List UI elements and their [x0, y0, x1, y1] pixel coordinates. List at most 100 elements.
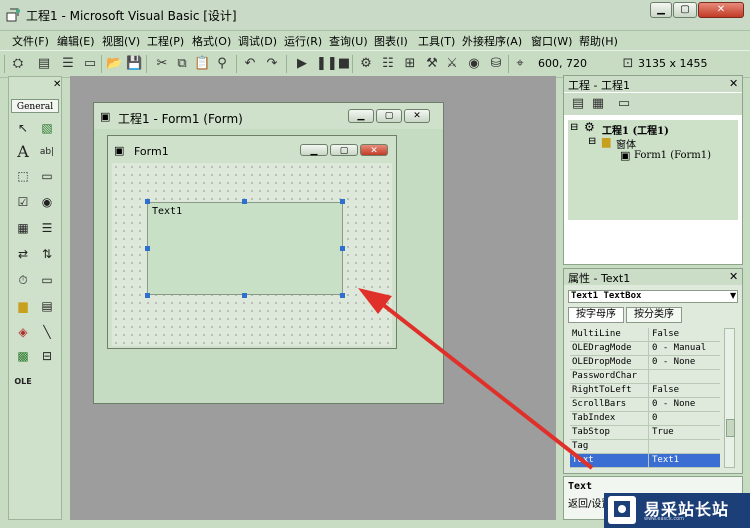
toolbox-general-tab[interactable]: General [11, 99, 59, 113]
dirlistbox-tool-icon[interactable]: ▆ [13, 297, 33, 315]
menu-view[interactable]: 视图(V) [102, 33, 140, 49]
form1-minimize-button[interactable]: ▁ [300, 144, 328, 156]
resize-handle-se[interactable] [340, 293, 345, 298]
property-row[interactable]: ScrollBars 0 - None [570, 398, 720, 412]
save-project-icon[interactable]: 💾 [126, 56, 142, 72]
property-row[interactable]: MultiLine False [570, 328, 720, 342]
menu-debug[interactable]: 调试(D) [238, 33, 277, 49]
component-manager-icon[interactable]: ⛁ [488, 56, 504, 72]
property-row[interactable]: RightToLeft False [570, 384, 720, 398]
property-row[interactable]: PasswordChar [570, 370, 720, 384]
optionbutton-tool-icon[interactable]: ◉ [37, 193, 57, 211]
properties-close-button[interactable]: ✕ [729, 270, 738, 283]
properties-window-icon[interactable]: ☷ [380, 56, 396, 72]
form-window-close-button[interactable]: ✕ [404, 109, 430, 123]
redo-icon[interactable]: ↷ [264, 56, 280, 72]
view-object-icon[interactable]: ▦ [590, 96, 606, 112]
form-window-minimize-button[interactable]: ▁ [348, 109, 374, 123]
form-window-maximize-button[interactable]: ▢ [376, 109, 402, 123]
property-row[interactable]: OLEDropMode 0 - None [570, 356, 720, 370]
find-icon[interactable]: ⚲ [214, 56, 230, 72]
resize-handle-e[interactable] [340, 246, 345, 251]
object-browser-icon[interactable]: ⚒ [424, 56, 440, 72]
toolbox-close-button[interactable]: ✕ [53, 79, 61, 90]
menu-edit[interactable]: 编辑(E) [57, 33, 95, 49]
property-row[interactable]: TabIndex 0 [570, 412, 720, 426]
properties-scrollbar[interactable] [724, 328, 735, 468]
start-icon[interactable]: ▶ [294, 56, 310, 72]
tree-form-node[interactable]: Form1 (Form1) [634, 150, 711, 161]
drivelistbox-tool-icon[interactable]: ▭ [37, 271, 57, 289]
text1-textbox[interactable]: Text1 [147, 202, 343, 295]
line-tool-icon[interactable]: ╲ [37, 323, 57, 341]
tab-categorized[interactable]: 按分类序 [626, 307, 682, 323]
menu-editor-icon-2[interactable]: ▭ [82, 56, 98, 72]
view-code-icon[interactable]: ▤ [570, 96, 586, 112]
menu-addins[interactable]: 外接程序(A) [462, 33, 522, 49]
ole-tool-icon[interactable]: OLE [13, 373, 33, 391]
menu-query[interactable]: 查询(U) [329, 33, 368, 49]
add-project-icon[interactable]: ⛭ [10, 56, 26, 72]
menu-tools[interactable]: 工具(T) [418, 33, 455, 49]
break-icon[interactable]: ❚❚ [316, 56, 338, 72]
undo-icon[interactable]: ↶ [242, 56, 258, 72]
chevron-down-icon[interactable]: ▼ [730, 291, 736, 300]
paste-icon[interactable]: 📋 [194, 56, 210, 72]
form-layout-icon[interactable]: ⊞ [402, 56, 418, 72]
tree-expand-icon[interactable]: ⊟ [570, 122, 578, 133]
label-tool-icon[interactable]: A [13, 143, 33, 161]
close-button[interactable]: ✕ [698, 2, 744, 18]
object-selector[interactable]: Text1 TextBox [568, 290, 738, 303]
toolbox-icon[interactable]: ⚔ [444, 56, 460, 72]
property-row[interactable]: OLEDragMode 0 - Manual [570, 342, 720, 356]
resize-handle-nw[interactable] [145, 199, 150, 204]
scrollbar-thumb[interactable] [726, 419, 735, 437]
commandbutton-tool-icon[interactable]: ▭ [37, 167, 57, 185]
shape-tool-icon[interactable]: ◈ [13, 323, 33, 341]
property-row-selected[interactable]: Text Text1 [570, 454, 720, 468]
filelistbox-tool-icon[interactable]: ▤ [37, 297, 57, 315]
frame-tool-icon[interactable]: ⬚ [13, 167, 33, 185]
add-form-icon[interactable]: ▤ [36, 56, 52, 72]
menu-diagram[interactable]: 图表(I) [374, 33, 408, 49]
property-row[interactable]: Tag [570, 440, 720, 454]
end-icon[interactable]: ■ [336, 56, 352, 72]
hscrollbar-tool-icon[interactable]: ⇄ [13, 245, 33, 263]
listbox-tool-icon[interactable]: ☰ [37, 219, 57, 237]
form1-close-button[interactable]: ✕ [360, 144, 388, 156]
menu-project[interactable]: 工程(P) [147, 33, 184, 49]
cut-icon[interactable]: ✂ [154, 56, 170, 72]
pointer-tool-icon[interactable]: ↖ [13, 119, 33, 137]
tab-alphabetic[interactable]: 按字母序 [568, 307, 624, 323]
timer-tool-icon[interactable]: ⏱ [13, 271, 33, 289]
resize-handle-n[interactable] [242, 199, 247, 204]
tree-folder-expand-icon[interactable]: ⊟ [588, 136, 596, 147]
maximize-button[interactable]: ▢ [673, 2, 697, 18]
image-tool-icon[interactable]: ▩ [13, 347, 33, 365]
menu-file[interactable]: 文件(F) [12, 33, 49, 49]
property-row[interactable]: TabStop True [570, 426, 720, 440]
project-explorer-close-button[interactable]: ✕ [729, 77, 738, 90]
vscrollbar-tool-icon[interactable]: ⇅ [37, 245, 57, 263]
textbox-tool-icon[interactable]: ab| [37, 143, 57, 161]
menu-window[interactable]: 窗口(W) [531, 33, 572, 49]
resize-handle-w[interactable] [145, 246, 150, 251]
resize-handle-s[interactable] [242, 293, 247, 298]
toggle-folders-icon[interactable]: ▭ [616, 96, 632, 112]
menu-editor-icon[interactable]: ☰ [60, 56, 76, 72]
resize-handle-sw[interactable] [145, 293, 150, 298]
data-view-icon[interactable]: ◉ [466, 56, 482, 72]
form1-maximize-button[interactable]: ▢ [330, 144, 358, 156]
menu-help[interactable]: 帮助(H) [579, 33, 618, 49]
data-tool-icon[interactable]: ⊟ [37, 347, 57, 365]
open-project-icon[interactable]: 📂 [106, 56, 122, 72]
picturebox-tool-icon[interactable]: ▧ [37, 119, 57, 137]
tree-project-node[interactable]: 工程1 (工程1) [602, 122, 669, 137]
menu-run[interactable]: 运行(R) [284, 33, 322, 49]
checkbox-tool-icon[interactable]: ☑ [13, 193, 33, 211]
project-explorer-icon[interactable]: ⚙ [358, 56, 374, 72]
minimize-button[interactable]: ▁ [650, 2, 672, 18]
menu-format[interactable]: 格式(O) [192, 33, 231, 49]
resize-handle-ne[interactable] [340, 199, 345, 204]
combobox-tool-icon[interactable]: ▦ [13, 219, 33, 237]
